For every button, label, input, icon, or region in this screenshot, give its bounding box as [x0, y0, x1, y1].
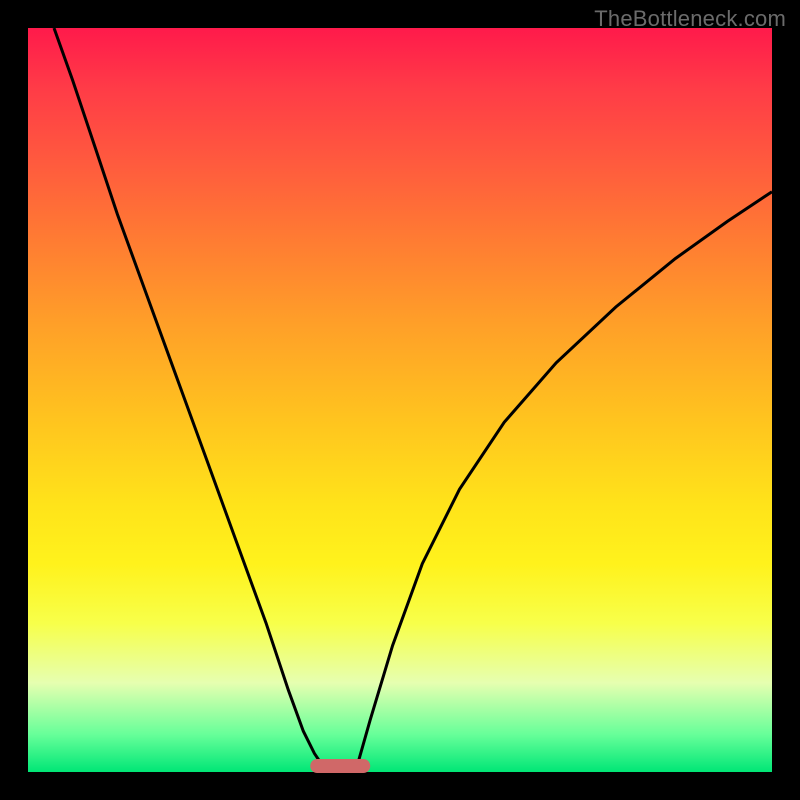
left-curve: [54, 28, 326, 772]
optimum-marker: [311, 759, 371, 773]
curve-layer: [28, 28, 772, 772]
chart-container: TheBottleneck.com: [0, 0, 800, 800]
plot-area: [28, 28, 772, 772]
right-curve: [355, 192, 772, 772]
